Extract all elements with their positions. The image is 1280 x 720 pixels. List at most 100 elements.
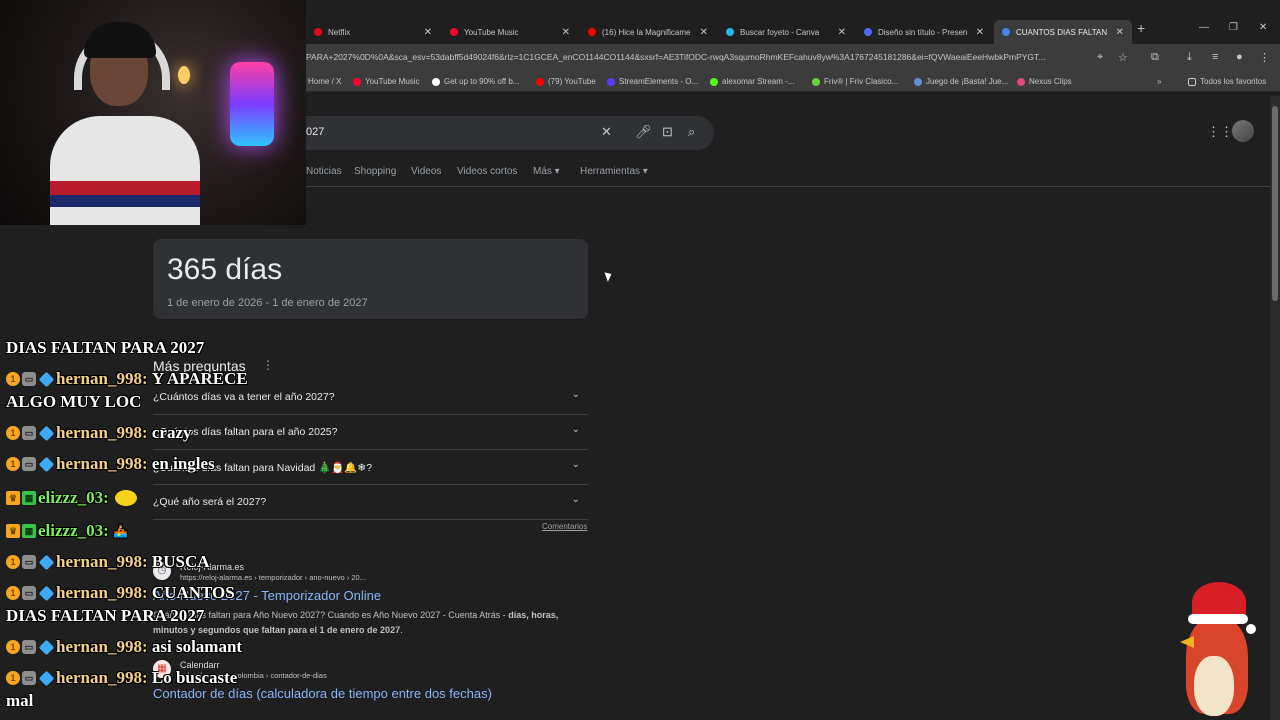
chat-text: mal — [6, 691, 34, 710]
chat-message: ♛ ▦ elizzz_03: — [6, 488, 137, 508]
bookmark-item[interactable]: alexomar Stream -... — [710, 77, 794, 86]
chat-message: mal — [6, 691, 33, 711]
extensions-icon[interactable]: ⧉ — [1151, 51, 1159, 64]
avatar[interactable] — [1232, 120, 1254, 142]
cap — [84, 22, 156, 58]
chat-message: DIAS FALTAN PARA 2027 — [6, 606, 204, 626]
tab-canva[interactable]: Buscar foyeto - Canva ✕ — [718, 20, 854, 44]
paa-question[interactable]: ¿Cuántos días faltan para el año 2025? ⌄ — [153, 415, 588, 450]
bookmark-item[interactable]: Friv® | Friv Clasico... — [812, 77, 898, 86]
scrollbar[interactable] — [1270, 96, 1280, 720]
netflix-icon — [314, 28, 322, 36]
bookmark-item[interactable]: Home / X — [308, 77, 341, 86]
minimize-icon[interactable]: — — [1199, 22, 1209, 33]
bookmark-star-icon[interactable]: ☆ — [1118, 51, 1128, 64]
location-icon[interactable]: ⌖ — [1097, 51, 1103, 64]
tab-google-search[interactable]: CUANTOS DIAS FALTAN ✕ — [994, 20, 1132, 44]
screen: Netflix ✕ YouTube Music ✕ (16) Hice la M… — [0, 0, 1280, 720]
search-box[interactable]: 027 ✕ 🎤︎ ⊡ ⌕ — [290, 116, 714, 150]
close-tab-icon[interactable]: ✕ — [1116, 27, 1124, 38]
url-text[interactable]: PARA+2027%0D%0A&sca_esv=53dabff5d49024f6… — [306, 52, 1091, 62]
bookmark-item[interactable]: StreamElements - O... — [607, 77, 698, 86]
filter-more[interactable]: Más ▾ — [533, 166, 560, 177]
answer-card: 365 días 1 de enero de 2026 - 1 de enero… — [153, 239, 588, 319]
close-tab-icon[interactable]: ✕ — [562, 27, 570, 38]
snippet-text: Cuántos días faltan para Año Nuevo 2027?… — [153, 610, 509, 620]
bookmark-item[interactable]: Juego de ¡Basta! Jue... — [914, 77, 1008, 86]
filter-videos[interactable]: Videos — [411, 166, 441, 177]
chat-username: hernan_998: — [56, 369, 148, 388]
chat-text: CUANTOS — [151, 583, 235, 602]
search-icon[interactable]: ⌕ — [688, 124, 695, 140]
media-icon[interactable]: ≡ — [1212, 51, 1218, 63]
chat-username: hernan_998: — [56, 668, 148, 687]
filter-news[interactable]: Noticias — [306, 166, 342, 177]
youtube-music-icon — [450, 28, 458, 36]
tab-presentation[interactable]: Diseño sin título - Presen ✕ — [856, 20, 992, 44]
tab-youtube-video[interactable]: (16) Hice la Magnificame ✕ — [580, 20, 716, 44]
paa-question[interactable]: ¿Cuántos días faltan para Navidad 🎄🎅🔔❄? … — [153, 450, 588, 485]
rooster-chest — [1194, 656, 1234, 716]
streamer — [50, 16, 200, 225]
close-tab-icon[interactable]: ✕ — [976, 27, 984, 38]
filter-shopping[interactable]: Shopping — [354, 166, 396, 177]
bookmark-label: (79) YouTube — [548, 77, 596, 86]
filter-tools[interactable]: Herramientas ▾ — [580, 166, 648, 177]
result-snippet: Cuántos días faltan para Año Nuevo 2027?… — [153, 608, 583, 638]
search-input[interactable]: 027 — [306, 126, 324, 138]
chat-username: hernan_998: — [56, 454, 148, 473]
close-tab-icon[interactable]: ✕ — [424, 27, 432, 38]
bookmark-folder[interactable]: Todos los favoritos — [1188, 77, 1266, 86]
tab-youtube-music[interactable]: YouTube Music ✕ — [442, 20, 578, 44]
filter-more-label: Más — [533, 166, 552, 177]
youtube-music-icon — [353, 77, 361, 86]
badge-icon: 1 — [6, 671, 20, 685]
lens-icon[interactable]: ⊡ — [662, 124, 673, 140]
chat-message: 1 ▭ hernan_998: Y APARECE — [6, 369, 248, 389]
result-title-link[interactable]: Contador de días (calculadora de tiempo … — [153, 686, 492, 701]
result-url[interactable]: https://reloj-alarma.es › temporizador ›… — [180, 573, 366, 582]
bookmark-label: Nexus Clips — [1029, 77, 1072, 86]
santa-hat-pompom — [1246, 624, 1256, 634]
download-icon[interactable]: ⤓ — [1187, 51, 1192, 64]
bookmark-item[interactable]: YouTube Music — [353, 77, 420, 86]
chevron-down-icon: ⌄ — [571, 459, 580, 470]
sub-badge-icon: ▭ — [22, 555, 36, 569]
bookmark-item[interactable]: Nexus Clips — [1017, 77, 1072, 86]
chat-text: ALGO MUY LOC — [6, 392, 142, 411]
more-bookmarks-icon[interactable]: » — [1157, 77, 1161, 86]
close-window-icon[interactable]: ✕ — [1259, 22, 1267, 33]
paa-question-text: ¿Cuántos días va a tener el año 2027? — [153, 391, 335, 403]
bookmark-label: YouTube Music — [365, 77, 420, 86]
profile-icon[interactable]: ● — [1236, 51, 1243, 63]
tab-netflix[interactable]: Netflix ✕ — [306, 20, 440, 44]
filter-short-videos[interactable]: Videos cortos — [457, 166, 517, 177]
folder-icon — [1188, 77, 1196, 86]
cube-badge-icon — [38, 456, 55, 472]
microphone-icon[interactable]: 🎤︎ — [635, 124, 652, 140]
new-tab-icon[interactable]: + — [1137, 20, 1145, 36]
shirt-stripe — [50, 181, 200, 195]
bookmark-item[interactable]: Get up to 90% off b... — [432, 77, 519, 86]
bookmark-label: Juego de ¡Basta! Jue... — [926, 77, 1009, 86]
clear-icon[interactable]: ✕ — [601, 124, 612, 140]
chat-text: en ingles — [151, 454, 215, 473]
restore-icon[interactable]: ❐ — [1229, 22, 1238, 33]
chat-message: 1 ▭ hernan_998: en ingles — [6, 454, 215, 474]
close-tab-icon[interactable]: ✕ — [700, 27, 708, 38]
sub-badge-icon: ▭ — [22, 457, 36, 471]
bookmark-label: Get up to 90% off b... — [444, 77, 520, 86]
chat-username: elizzz_03: — [38, 521, 109, 540]
bookmark-item[interactable]: (79) YouTube — [536, 77, 596, 86]
webcam-overlay — [0, 0, 306, 225]
chat-text: crazy — [151, 423, 192, 442]
candle-light — [178, 66, 190, 84]
scrollbar-thumb[interactable] — [1272, 106, 1278, 301]
more-options-icon[interactable]: ⋮ — [262, 358, 274, 372]
rooster-mascot-icon — [1178, 578, 1262, 720]
close-tab-icon[interactable]: ✕ — [838, 27, 846, 38]
paa-question[interactable]: ¿Qué año será el 2027? ⌄ — [153, 485, 588, 520]
rooster-beak — [1180, 636, 1194, 648]
menu-icon[interactable]: ⋮ — [1259, 51, 1270, 64]
comments-link[interactable]: Comentarios — [542, 522, 587, 531]
